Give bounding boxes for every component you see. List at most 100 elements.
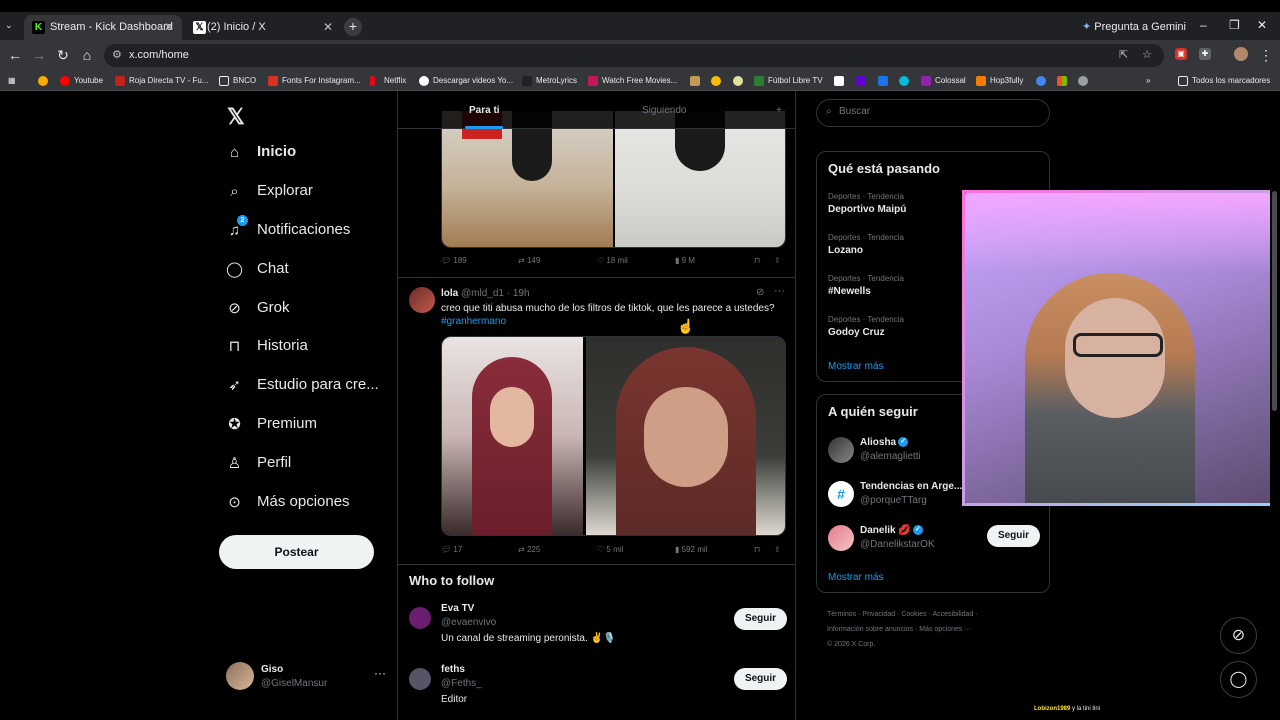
tweet-media[interactable] [441, 336, 786, 536]
tweet-time[interactable]: · 19h [507, 288, 530, 299]
bookmark-descargar[interactable]: Descargar videos Yo... [419, 73, 513, 88]
profile-avatar[interactable] [1234, 47, 1248, 61]
follow-button[interactable]: Seguir [987, 525, 1040, 547]
follow-suggestion[interactable]: Eva TV @evaenvivo Un canal de streaming … [409, 603, 789, 653]
follow-suggestion[interactable]: feths @Feths_ Editor Seguir [409, 664, 789, 714]
retweet-button[interactable]: ⇄ 149 [518, 256, 540, 265]
avatar[interactable] [409, 287, 435, 313]
nav-home[interactable]: ⌂ Inicio [225, 136, 296, 168]
browser-tab-kick[interactable]: K Stream - Kick Dashboard ✕ [24, 15, 182, 40]
footer-link[interactable]: Más opciones ··· [919, 626, 971, 633]
tweet-image[interactable] [442, 337, 583, 535]
tweet-image[interactable] [586, 337, 785, 535]
bookmark-icon-d[interactable] [834, 73, 844, 88]
extension-icon[interactable]: ▣ [1175, 48, 1187, 60]
tweet-image[interactable] [615, 111, 785, 247]
bookmark-icon-j[interactable] [1078, 73, 1088, 88]
bookmark-icon-i[interactable] [1057, 73, 1067, 88]
tweet-image[interactable] [442, 111, 613, 247]
nav-more[interactable]: ⊙ Más opciones [225, 486, 349, 518]
like-button[interactable]: ♡ 18 mil [597, 256, 628, 265]
share-icon[interactable]: ⇪ [774, 256, 781, 265]
omnibox[interactable]: ⚙ x.com/home ⇱ ☆ [104, 44, 1164, 67]
bookmark-roja-directa[interactable]: Roja Directa TV - Fu... [115, 73, 208, 88]
show-more-link[interactable]: Mostrar más [828, 361, 884, 372]
grok-icon[interactable]: ⊘ [1220, 617, 1257, 654]
retweet-button[interactable]: ⇄ 225 [518, 545, 540, 554]
apps-icon[interactable]: ▦ [8, 73, 16, 88]
restore-button[interactable]: ❐ [1229, 18, 1240, 32]
bookmark-icon-c[interactable] [733, 73, 743, 88]
nav-chat[interactable]: ◯ Chat [225, 253, 289, 285]
bookmark-icon[interactable]: ⊓ [754, 256, 760, 265]
bookmark-colossal[interactable]: Colossal [921, 73, 966, 88]
bookmark-icon[interactable]: ⊓ [754, 545, 760, 554]
search-box[interactable]: ⌕ [816, 99, 1050, 127]
more-icon[interactable]: ··· [374, 666, 386, 680]
post-button[interactable]: Postear [219, 535, 374, 569]
share-icon[interactable]: ⇪ [774, 545, 781, 554]
chat-icon[interactable]: ◯ [1220, 661, 1257, 698]
new-tab-button[interactable]: + [344, 18, 362, 36]
footer-link[interactable]: Accesibilidad [932, 611, 973, 618]
x-logo[interactable]: 𝕏 [227, 104, 245, 130]
bookmark-bnco[interactable]: BNCO [219, 73, 256, 88]
bookmark-watch-movies[interactable]: Watch Free Movies... [588, 73, 677, 88]
close-icon[interactable]: ✕ [323, 15, 333, 40]
close-icon[interactable]: ✕ [164, 15, 174, 40]
nav-profile[interactable]: ♙ Perfil [225, 447, 291, 479]
bookmark-futbol-libre[interactable]: Fútbol Libre TV [754, 73, 823, 88]
bookmarks-overflow[interactable]: » [1146, 73, 1150, 88]
footer-link[interactable]: Términos [827, 611, 856, 618]
nav-premium[interactable]: ✪ Premium [225, 408, 317, 440]
reply-button[interactable]: 💬︎ 189 [441, 256, 467, 265]
views-button[interactable]: ▮ 9 M [675, 256, 695, 265]
back-icon[interactable]: ← [7, 47, 23, 63]
nav-bookmarks[interactable]: ⊓ Historia [225, 330, 308, 362]
minimize-button[interactable]: – [1200, 18, 1207, 32]
hashtag-link[interactable]: #granhermano [441, 316, 506, 327]
tab-following[interactable]: Siguiendo [642, 105, 686, 116]
show-more-link[interactable]: Mostrar más [828, 572, 884, 583]
tweet-author-handle[interactable]: @mld_d1 [461, 288, 504, 299]
menu-icon[interactable]: ⋮ [1258, 47, 1274, 64]
site-info-icon[interactable]: ⚙ [112, 48, 122, 61]
add-tab-icon[interactable]: + [776, 105, 782, 116]
nav-explore[interactable]: ⌕ Explorar [225, 175, 313, 207]
account-switcher[interactable]: Giso @GiselMansur ··· [226, 660, 386, 694]
follow-button[interactable]: Seguir [734, 608, 787, 630]
bookmark-fonts[interactable]: Fonts For Instagram... [268, 73, 361, 88]
star-icon[interactable]: ☆ [1142, 48, 1152, 61]
home-icon[interactable]: ⌂ [79, 47, 95, 63]
tweet-author-name[interactable]: lola [441, 288, 458, 299]
grok-icon[interactable]: ⊘ [756, 287, 764, 298]
gemini-button[interactable]: ✦ Pregunta a Gemini [1082, 20, 1186, 33]
bookmark-icon-a[interactable] [690, 73, 700, 88]
bookmark-hop3fully[interactable]: Hop3fully [976, 73, 1023, 88]
bookmark-icon-h[interactable] [1036, 73, 1046, 88]
footer-link[interactable]: Información sobre anuncios [827, 626, 913, 633]
tab-for-you[interactable]: Para ti [469, 105, 500, 116]
footer-link[interactable]: Privacidad [862, 611, 895, 618]
puzzle-icon[interactable]: ✚ [1199, 48, 1211, 60]
bookmark-icon-g[interactable] [899, 73, 909, 88]
more-icon[interactable]: ··· [774, 285, 785, 297]
views-button[interactable]: ▮ 592 mil [675, 545, 707, 554]
bookmark-emoji[interactable] [38, 73, 48, 88]
scrollbar-thumb[interactable] [1272, 191, 1277, 411]
nav-creator-studio[interactable]: ➶ Estudio para cre... [225, 369, 379, 401]
bookmark-icon-e[interactable] [856, 73, 866, 88]
search-input[interactable] [839, 106, 1039, 117]
reload-icon[interactable]: ↻ [55, 47, 71, 64]
bookmark-netflix[interactable]: Netflix [370, 73, 406, 88]
like-button[interactable]: ♡ 5 mil [597, 545, 623, 554]
nav-grok[interactable]: ⊘ Grok [225, 292, 289, 324]
browser-tab-x[interactable]: 𝕏 (2) Inicio / X ✕ [185, 15, 341, 40]
nav-notifications[interactable]: ♫ 2 Notificaciones [225, 214, 350, 246]
forward-icon[interactable]: → [31, 47, 47, 63]
all-bookmarks-folder[interactable]: Todos los marcadores [1178, 73, 1270, 88]
close-window-button[interactable]: ✕ [1257, 18, 1267, 32]
reply-button[interactable]: 💬︎ 17 [441, 545, 462, 554]
follow-button[interactable]: Seguir [734, 668, 787, 690]
tweet-media[interactable] [441, 111, 786, 248]
